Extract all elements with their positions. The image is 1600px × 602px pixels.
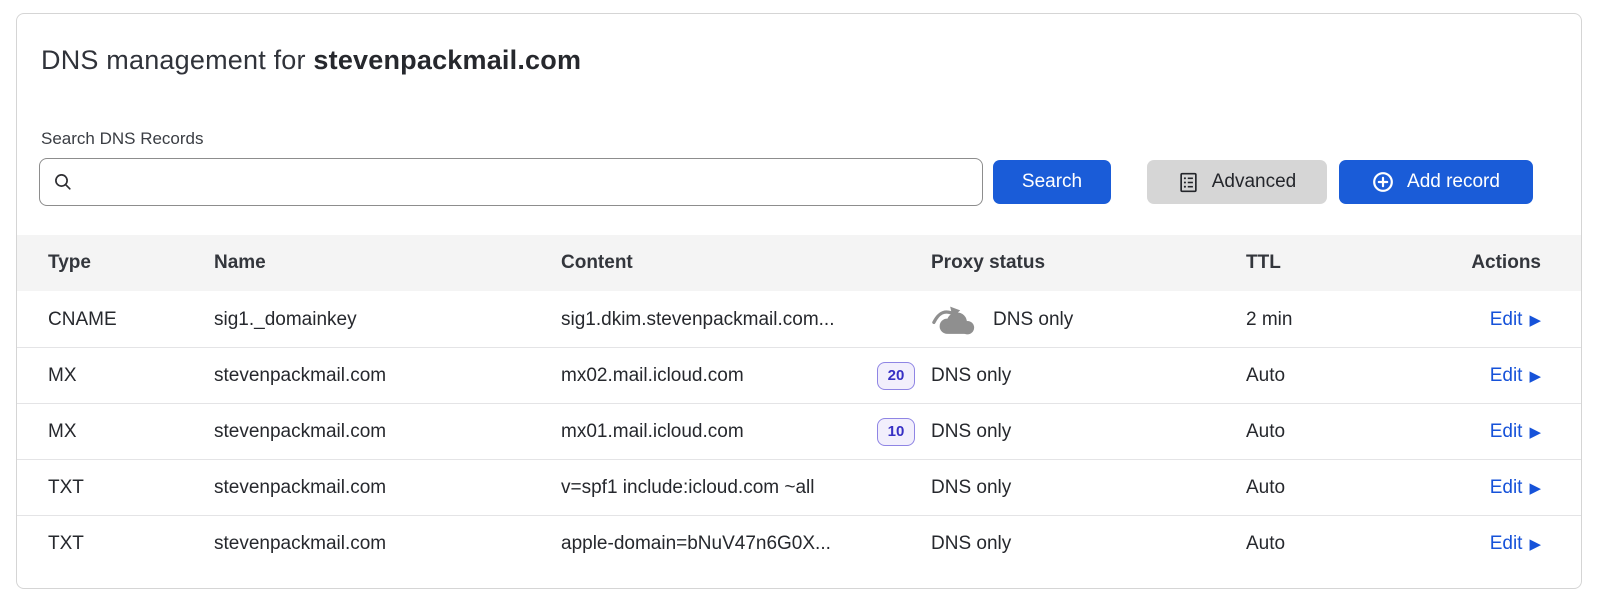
proxy-status-text: DNS only [993, 309, 1073, 331]
record-content-text: apple-domain=bNuV47n6G0X... [561, 533, 931, 555]
list-document-icon [1178, 172, 1199, 193]
record-type: CNAME [17, 309, 214, 331]
record-name: stevenpackmail.com [214, 421, 561, 443]
search-input-wrapper [39, 158, 983, 206]
search-button[interactable]: Search [993, 160, 1111, 204]
search-icon [53, 172, 73, 192]
chevron-right-icon: ▶ [1529, 369, 1541, 384]
edit-link-label: Edit [1490, 309, 1523, 331]
table-body: CNAME sig1._domainkey sig1.dkim.stevenpa… [17, 291, 1581, 571]
column-header-content: Content [561, 252, 931, 274]
edit-link-label: Edit [1490, 421, 1523, 443]
record-content: mx01.mail.icloud.com 10 [561, 418, 931, 446]
chevron-right-icon: ▶ [1529, 425, 1541, 440]
table-row: TXT stevenpackmail.com apple-domain=bNuV… [17, 515, 1581, 571]
record-ttl: Auto [1246, 421, 1391, 443]
record-name: stevenpackmail.com [214, 533, 561, 555]
record-type: MX [17, 421, 214, 443]
proxy-status-cell: DNS only [931, 304, 1246, 336]
record-type: MX [17, 365, 214, 387]
edit-record-link[interactable]: Edit ▶ [1490, 421, 1541, 443]
dns-only-cloud-icon [931, 304, 977, 336]
search-controls-row: Search Advanced Add record [39, 158, 1559, 206]
record-actions-cell: Edit ▶ [1391, 309, 1581, 331]
plus-circle-icon [1372, 171, 1394, 193]
record-content: apple-domain=bNuV47n6G0X... [561, 533, 931, 555]
table-row: CNAME sig1._domainkey sig1.dkim.stevenpa… [17, 291, 1581, 347]
add-record-button[interactable]: Add record [1339, 160, 1533, 204]
table-header-row: Type Name Content Proxy status TTL Actio… [17, 235, 1581, 291]
record-actions-cell: Edit ▶ [1391, 421, 1581, 443]
record-actions-cell: Edit ▶ [1391, 533, 1581, 555]
edit-link-label: Edit [1490, 365, 1523, 387]
search-input[interactable] [83, 172, 969, 193]
record-type: TXT [17, 477, 214, 499]
record-content: v=spf1 include:icloud.com ~all [561, 477, 931, 499]
record-actions-cell: Edit ▶ [1391, 477, 1581, 499]
table-row: MX stevenpackmail.com mx02.mail.icloud.c… [17, 347, 1581, 403]
advanced-button-label: Advanced [1212, 171, 1297, 193]
proxy-status-text: DNS only [931, 477, 1011, 499]
proxy-status-cell: DNS only [931, 533, 1246, 555]
record-ttl: 2 min [1246, 309, 1391, 331]
record-content-text: mx01.mail.icloud.com [561, 421, 877, 443]
column-header-proxy-status: Proxy status [931, 252, 1246, 274]
proxy-status-cell: DNS only [931, 477, 1246, 499]
mx-priority-badge: 10 [877, 418, 915, 446]
record-name: stevenpackmail.com [214, 365, 561, 387]
record-actions-cell: Edit ▶ [1391, 365, 1581, 387]
record-content: sig1.dkim.stevenpackmail.com... [561, 309, 931, 331]
column-header-actions: Actions [1391, 252, 1581, 274]
column-header-ttl: TTL [1246, 252, 1391, 274]
chevron-right-icon: ▶ [1529, 481, 1541, 496]
record-type: TXT [17, 533, 214, 555]
mx-priority-badge: 20 [877, 362, 915, 390]
proxy-status-text: DNS only [931, 421, 1011, 443]
record-name: sig1._domainkey [214, 309, 561, 331]
search-label: Search DNS Records [41, 129, 1581, 149]
advanced-button[interactable]: Advanced [1147, 160, 1327, 204]
dns-management-panel: DNS management for stevenpackmail.com Se… [16, 13, 1582, 589]
table-row: TXT stevenpackmail.com v=spf1 include:ic… [17, 459, 1581, 515]
dns-records-table: Type Name Content Proxy status TTL Actio… [17, 235, 1581, 571]
record-content-text: v=spf1 include:icloud.com ~all [561, 477, 931, 499]
record-ttl: Auto [1246, 477, 1391, 499]
column-header-type: Type [17, 252, 214, 274]
proxy-status-text: DNS only [931, 533, 1011, 555]
page-title-domain: stevenpackmail.com [313, 45, 581, 75]
page-title-prefix: DNS management for [41, 45, 313, 75]
edit-link-label: Edit [1490, 477, 1523, 499]
record-content-text: mx02.mail.icloud.com [561, 365, 877, 387]
record-content-text: sig1.dkim.stevenpackmail.com... [561, 309, 931, 331]
table-row: MX stevenpackmail.com mx01.mail.icloud.c… [17, 403, 1581, 459]
proxy-status-cell: DNS only [931, 365, 1246, 387]
edit-record-link[interactable]: Edit ▶ [1490, 533, 1541, 555]
proxy-status-text: DNS only [931, 365, 1011, 387]
column-header-name: Name [214, 252, 561, 274]
page-title: DNS management for stevenpackmail.com [41, 45, 1581, 76]
edit-link-label: Edit [1490, 533, 1523, 555]
edit-record-link[interactable]: Edit ▶ [1490, 309, 1541, 331]
record-name: stevenpackmail.com [214, 477, 561, 499]
add-record-button-label: Add record [1407, 171, 1500, 193]
chevron-right-icon: ▶ [1529, 537, 1541, 552]
proxy-status-cell: DNS only [931, 421, 1246, 443]
edit-record-link[interactable]: Edit ▶ [1490, 477, 1541, 499]
record-ttl: Auto [1246, 533, 1391, 555]
chevron-right-icon: ▶ [1529, 313, 1541, 328]
record-content: mx02.mail.icloud.com 20 [561, 362, 931, 390]
record-ttl: Auto [1246, 365, 1391, 387]
edit-record-link[interactable]: Edit ▶ [1490, 365, 1541, 387]
